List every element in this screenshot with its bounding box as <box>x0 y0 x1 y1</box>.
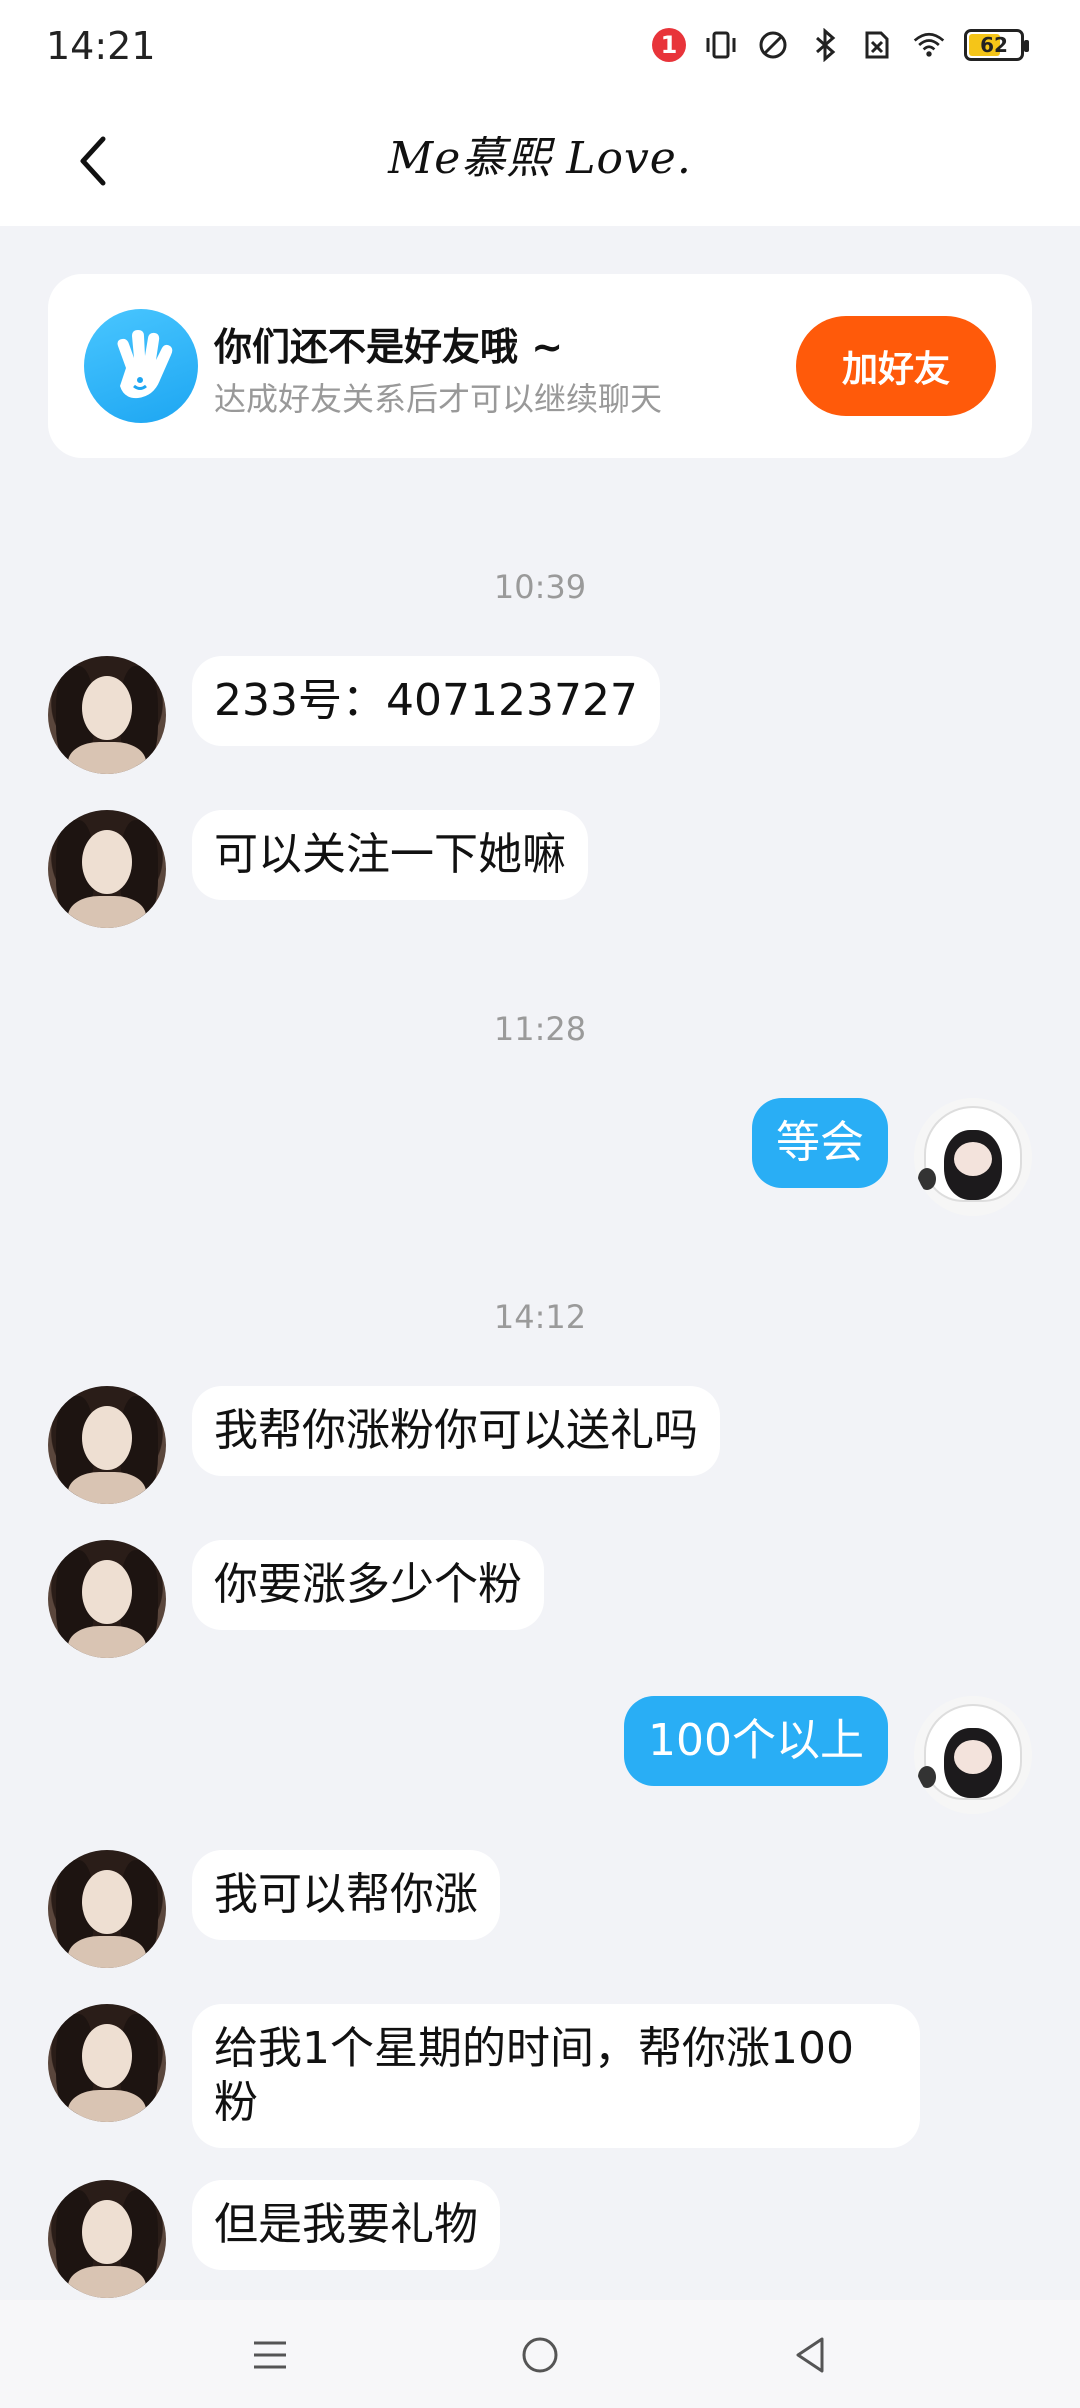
message-bubble-incoming[interactable]: 我可以帮你涨 <box>192 1850 500 1940</box>
battery-level: 62 <box>980 33 1008 57</box>
wifi-icon <box>912 28 946 62</box>
status-icons: 1 62 <box>652 28 1029 62</box>
notification-badge: 1 <box>652 28 686 62</box>
back-triangle-icon <box>796 2337 824 2373</box>
avatar[interactable] <box>48 1386 166 1504</box>
avatar[interactable] <box>48 2004 166 2122</box>
avatar-self[interactable] <box>914 1696 1032 1814</box>
back-nav-button[interactable] <box>780 2328 840 2382</box>
timestamp: 14:12 <box>493 1298 587 1336</box>
message-bubble-incoming[interactable]: 233号：407123727 <box>192 656 660 746</box>
timestamp: 11:28 <box>493 1010 587 1048</box>
bluetooth-icon <box>808 28 842 62</box>
avatar-self[interactable] <box>914 1098 1032 1216</box>
home-circle-icon <box>522 2337 558 2373</box>
status-bar: 14:21 1 62 <box>0 0 1080 96</box>
message-bubble-incoming[interactable]: 可以关注一下她嘛 <box>192 810 588 900</box>
timestamp: 10:39 <box>493 568 587 606</box>
message-bubble-incoming[interactable]: 我帮你涨粉你可以送礼吗 <box>192 1386 720 1476</box>
vibrate-icon <box>704 28 738 62</box>
message-bubble-incoming[interactable]: 给我1个星期的时间，帮你涨100 粉 <box>192 2004 920 2148</box>
chat-header: Me慕熙 Love. <box>0 96 1080 226</box>
menu-button[interactable] <box>240 2328 300 2382</box>
message-bubble-outgoing[interactable]: 等会 <box>752 1098 888 1188</box>
add-friend-button[interactable]: 加好友 <box>796 316 996 416</box>
avatar[interactable] <box>48 2180 166 2298</box>
avatar[interactable] <box>48 1540 166 1658</box>
system-nav-bar <box>0 2300 1080 2408</box>
avatar[interactable] <box>48 656 166 774</box>
friend-request-banner: 你们还不是好友哦 ~ 达成好友关系后才可以继续聊天 加好友 <box>48 274 1032 458</box>
avatar[interactable] <box>48 1850 166 1968</box>
chat-title[interactable]: Me慕熙 Love. <box>0 122 1080 186</box>
avatar[interactable] <box>48 810 166 928</box>
status-time: 14:21 <box>46 24 156 68</box>
message-bubble-outgoing[interactable]: 100个以上 <box>624 1696 888 1786</box>
message-bubble-incoming[interactable]: 你要涨多少个粉 <box>192 1540 544 1630</box>
home-button[interactable] <box>510 2328 570 2382</box>
no-sim-icon <box>860 28 894 62</box>
message-bubble-incoming[interactable]: 但是我要礼物 <box>192 2180 500 2270</box>
menu-icon <box>254 2341 286 2369</box>
banner-title: 你们还不是好友哦 ~ <box>214 325 564 369</box>
battery-icon: 62 <box>964 29 1029 61</box>
banner-subtitle: 达成好友关系后才可以继续聊天 <box>214 380 663 418</box>
do-not-disturb-icon <box>756 28 790 62</box>
hand-wave-icon <box>84 309 198 423</box>
